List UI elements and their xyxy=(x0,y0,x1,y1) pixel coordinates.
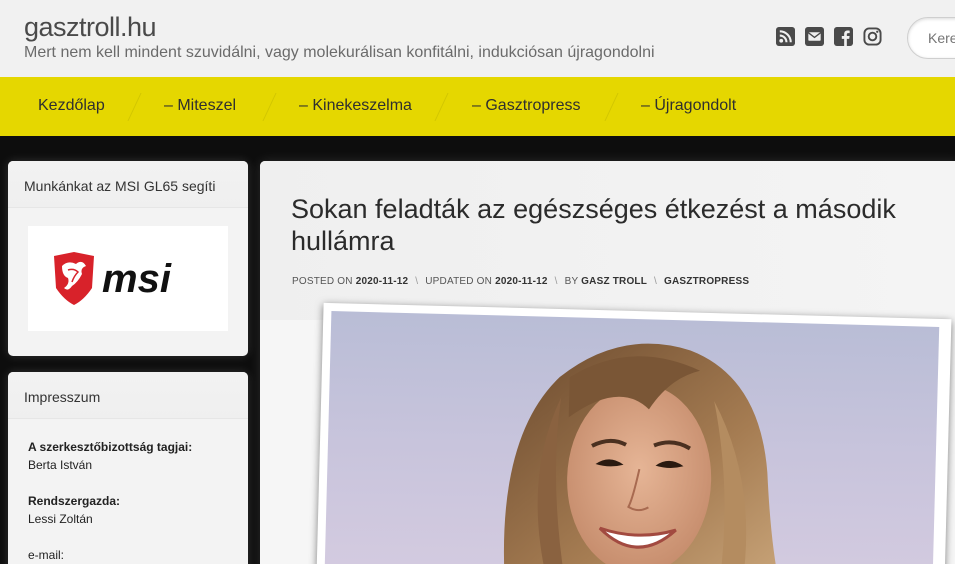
nav-item-kinekeszelma[interactable]: – Kinekeszelma xyxy=(299,97,412,115)
posted-label: Posted on xyxy=(292,276,353,287)
featured-image[interactable] xyxy=(324,311,940,564)
msi-logo[interactable]: msi xyxy=(28,226,228,331)
search-input[interactable] xyxy=(907,17,955,59)
nav-separator xyxy=(130,93,140,121)
impressum-value-editors: Berta István xyxy=(28,458,93,472)
article-meta: Posted on 2020-11-12 \ Updated on 2020-1… xyxy=(292,276,749,287)
updated-date[interactable]: 2020-11-12 xyxy=(495,276,548,287)
rss-icon[interactable] xyxy=(776,27,795,46)
article-title[interactable]: Sokan feladták az egészséges étkezést a … xyxy=(291,193,941,257)
instagram-icon[interactable] xyxy=(863,27,882,46)
main-nav: Kezdőlap – Miteszel – Kinekeszelma – Gas… xyxy=(0,77,955,136)
impressum-label-email: e-mail: xyxy=(28,548,65,562)
nav-item-miteszel[interactable]: – Miteszel xyxy=(164,97,236,115)
article-header: Sokan feladták az egészséges étkezést a … xyxy=(260,161,955,320)
site-header: gasztroll.hu Mert nem kell mindent szuvi… xyxy=(0,0,955,77)
site-title[interactable]: gasztroll.hu xyxy=(24,12,157,43)
meta-separator: \ xyxy=(554,276,558,287)
nav-item-gasztropress[interactable]: – Gasztropress xyxy=(472,97,580,115)
nav-item-ujragondolt[interactable]: – Újragondolt xyxy=(641,97,736,115)
impressum-widget: Impresszum A szerkesztőbizottság tagjai:… xyxy=(8,372,248,564)
nav-separator xyxy=(265,93,275,121)
site-tagline: Mert nem kell mindent szuvidálni, vagy m… xyxy=(24,44,655,61)
category-link[interactable]: Gasztropress xyxy=(664,276,749,287)
impressum-value-admin: Lessi Zoltán xyxy=(28,512,93,526)
facebook-icon[interactable] xyxy=(834,27,853,46)
social-links xyxy=(776,27,882,46)
updated-label: Updated on xyxy=(425,276,493,287)
nav-separator xyxy=(437,93,447,121)
envelope-icon[interactable] xyxy=(805,27,824,46)
impressum-label-editors: A szerkesztőbizottság tagjai: xyxy=(28,440,193,454)
author-link[interactable]: Gasz Troll xyxy=(581,276,647,287)
sponsor-widget: Munkánkat az MSI GL65 segíti msi xyxy=(8,161,248,356)
impressum-title: Impresszum xyxy=(8,372,248,419)
sponsor-widget-title: Munkánkat az MSI GL65 segíti xyxy=(8,161,248,208)
meta-separator: \ xyxy=(654,276,658,287)
nav-separator xyxy=(607,93,617,121)
meta-separator: \ xyxy=(415,276,419,287)
posted-date[interactable]: 2020-11-12 xyxy=(356,276,409,287)
impressum-label-admin: Rendszergazda: xyxy=(28,494,121,508)
nav-item-kezdolap[interactable]: Kezdőlap xyxy=(38,97,105,115)
featured-image-frame xyxy=(316,302,952,564)
by-label: by xyxy=(564,276,579,287)
msi-logo-text: msi xyxy=(102,257,172,301)
article: Sokan feladták az egészséges étkezést a … xyxy=(260,161,955,564)
